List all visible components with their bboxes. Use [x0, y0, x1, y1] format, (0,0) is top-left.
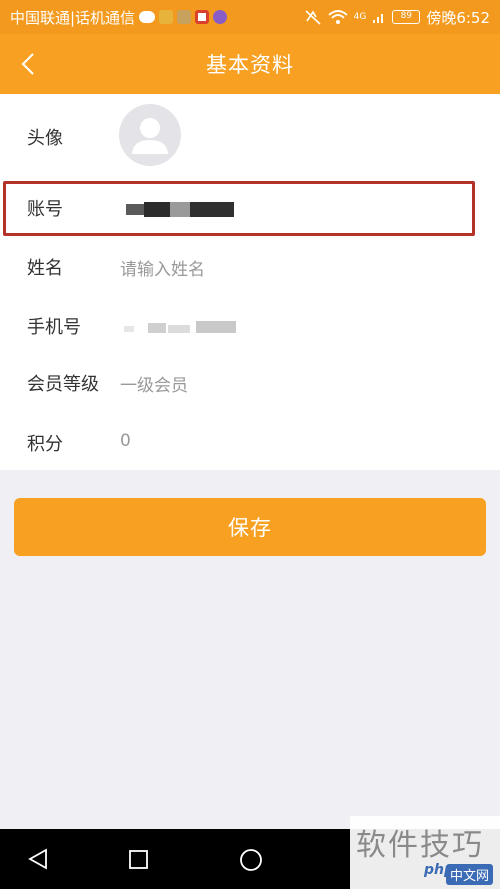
network-type-label: 4G [353, 12, 367, 22]
wifi-icon [328, 10, 348, 24]
recents-nav-button[interactable] [128, 849, 150, 871]
points-row: 积分 0 [0, 414, 500, 470]
clock-label: 傍晚6:52 [426, 8, 490, 27]
name-label: 姓名 [27, 258, 63, 279]
app-notification-icon [177, 10, 192, 24]
back-nav-button[interactable] [26, 847, 50, 871]
carrier-label: 中国联通|话机通信 [10, 8, 136, 27]
chevron-left-icon [21, 53, 34, 75]
watermark-text: 软件技巧 [356, 828, 484, 863]
avatar-label: 头像 [27, 128, 63, 149]
user-silhouette-icon [132, 118, 168, 154]
nav-bar: 基本资料 [0, 34, 500, 94]
home-nav-button[interactable] [238, 847, 264, 873]
name-input[interactable]: 请输入姓名 [120, 255, 205, 280]
status-bar: 中国联通|话机通信 4G 89 傍晚6:52 [0, 0, 500, 34]
avatar-row[interactable]: 头像 [0, 94, 500, 176]
app-notification-icon [195, 10, 210, 24]
name-row[interactable]: 姓名 请输入姓名 [0, 241, 500, 293]
save-button[interactable]: 保存 [14, 498, 486, 556]
back-button[interactable] [8, 44, 48, 84]
chat-bubble-icon [139, 11, 156, 23]
app-notification-icon [159, 10, 174, 24]
avatar[interactable] [119, 104, 181, 166]
battery-icon: 89 [392, 10, 421, 24]
triangle-back-icon [28, 848, 47, 870]
account-highlight-box [3, 181, 475, 236]
app-notification-icon [213, 10, 228, 24]
status-right: 4G 89 傍晚6:52 [304, 7, 490, 28]
member-level-row: 会员等级 一级会员 [0, 356, 500, 408]
square-recents-icon [129, 850, 148, 869]
phone-label: 手机号 [27, 317, 81, 338]
page-title: 基本资料 [206, 53, 294, 77]
member-level-label: 会员等级 [27, 374, 99, 395]
circle-home-icon [240, 849, 262, 871]
points-label: 积分 [27, 434, 63, 455]
phone-row: 手机号 [0, 299, 500, 351]
member-level-value: 一级会员 [120, 376, 188, 396]
phone-value-redacted [124, 321, 242, 335]
signal-icon [373, 14, 384, 23]
mute-icon [305, 10, 321, 25]
profile-form: 头像 账号 姓名 请输入姓名 手机号 会员等级 一级会员 积分 0 [0, 94, 500, 470]
status-left: 中国联通|话机通信 [10, 7, 228, 28]
watermark: 软件技巧 php 中文网 [350, 816, 500, 889]
watermark-logo: 中文网 [446, 864, 494, 885]
points-value: 0 [120, 431, 131, 451]
